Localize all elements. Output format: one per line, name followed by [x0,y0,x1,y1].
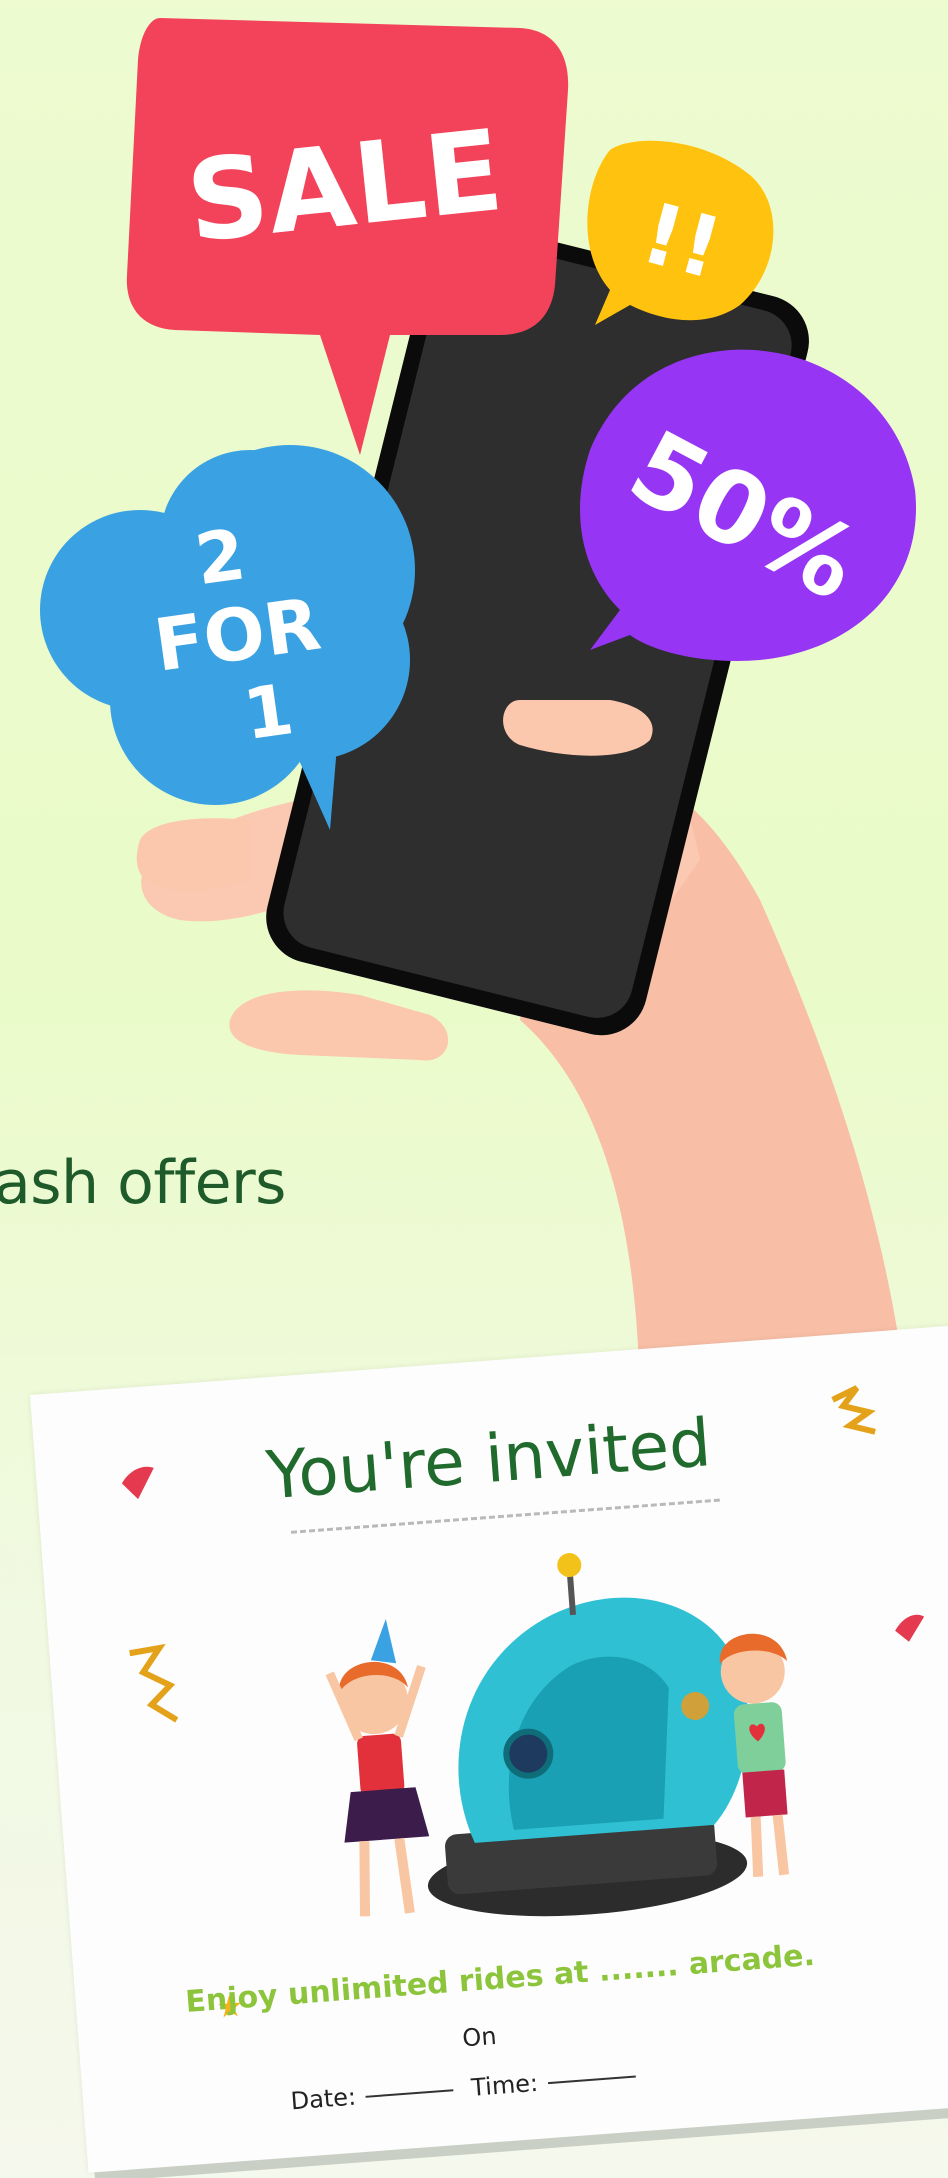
confetti-icon [895,1614,925,1642]
offer-caption: ash offers [0,1148,286,1218]
invitation-card: You're invited ★ ★ Enjoy unlimited rides… [30,1321,948,2173]
streamer-icon [831,1385,876,1435]
date-label: Date: [289,2082,358,2116]
promo-stage: SALE !! 50% 2 FOR 1 ash offers You're in… [0,0,948,2178]
confetti-icon [121,1466,154,1500]
date-blank [365,2089,454,2098]
finger [136,818,250,892]
streamer-icon [129,1643,179,1723]
finger [229,990,449,1061]
time-label: Time: [470,2068,540,2102]
time-blank [547,2075,636,2085]
arcade-ride [427,1553,749,1917]
child-left [325,1618,430,1917]
